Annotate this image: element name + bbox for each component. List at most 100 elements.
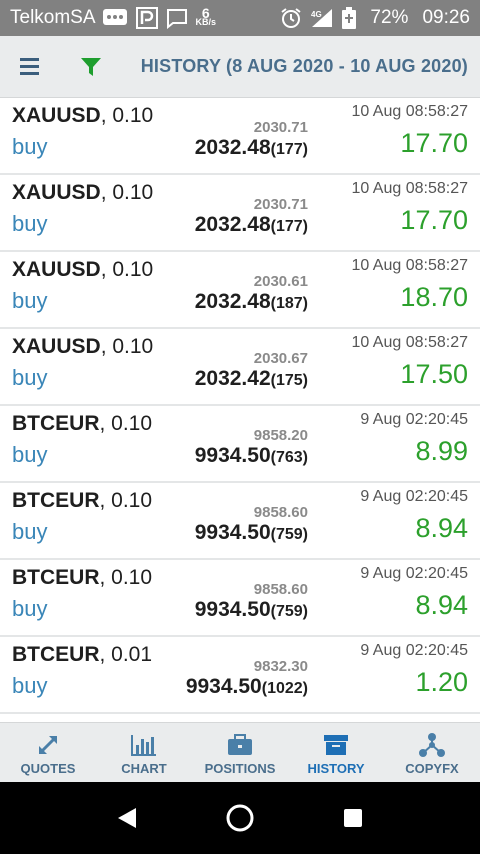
recents-icon[interactable] bbox=[333, 798, 373, 838]
battery-percent: 72% bbox=[370, 7, 409, 28]
close-price-line: 9934.50(1022) bbox=[186, 675, 308, 699]
chat-bubble-icon bbox=[102, 8, 128, 28]
open-price: 2030.61 bbox=[253, 273, 308, 290]
close-price-line: 2032.48(177) bbox=[195, 213, 308, 237]
close-price: 9934.50 bbox=[194, 521, 271, 544]
trade-time: 10 Aug 08:58:27 bbox=[351, 103, 468, 120]
tab-copyfx[interactable]: COPYFX bbox=[384, 723, 480, 782]
network-speed: 6 KB/s bbox=[195, 6, 217, 27]
close-price: 2032.48 bbox=[194, 136, 271, 159]
trade-row[interactable]: BTCEUR, 0.10 buy 9858.60 9934.50(759) 9 … bbox=[0, 483, 480, 560]
points: (759) bbox=[270, 603, 308, 620]
trade-profit: 18.70 bbox=[400, 282, 468, 312]
open-price: 9832.30 bbox=[253, 658, 308, 675]
archive-box-icon bbox=[323, 732, 349, 758]
tab-label: POSITIONS bbox=[204, 761, 276, 776]
points: (759) bbox=[270, 526, 308, 543]
close-price-line: 9934.50(759) bbox=[195, 521, 308, 545]
tab-label: HISTORY bbox=[307, 761, 365, 776]
points: (1022) bbox=[261, 680, 308, 697]
trade-profit: 8.94 bbox=[415, 513, 468, 543]
trade-profit: 8.94 bbox=[415, 590, 468, 620]
trade-time: 10 Aug 08:58:27 bbox=[351, 257, 468, 274]
system-nav-bar bbox=[0, 782, 480, 854]
trade-time: 10 Aug 08:58:27 bbox=[351, 180, 468, 197]
trade-profit: 17.50 bbox=[400, 359, 468, 389]
trade-time: 9 Aug 02:20:45 bbox=[360, 411, 468, 428]
net-speed-unit: KB/s bbox=[195, 17, 217, 27]
points: (175) bbox=[270, 372, 308, 389]
tab-positions[interactable]: POSITIONS bbox=[192, 723, 288, 782]
trade-symbol: XAUUSD, 0.10 bbox=[12, 258, 154, 281]
tab-quotes[interactable]: QUOTES bbox=[0, 723, 96, 782]
close-price: 9934.50 bbox=[185, 675, 262, 698]
trade-side: buy bbox=[12, 211, 48, 236]
trade-profit: 17.70 bbox=[400, 205, 468, 235]
tab-history[interactable]: HISTORY bbox=[288, 723, 384, 782]
trade-symbol: BTCEUR, 0.10 bbox=[12, 412, 153, 435]
open-price: 9858.60 bbox=[253, 581, 308, 598]
trade-side: buy bbox=[12, 442, 48, 467]
trade-profit: 1.20 bbox=[415, 667, 468, 697]
close-price-line: 2032.48(177) bbox=[195, 136, 308, 160]
menu-icon[interactable] bbox=[20, 55, 50, 79]
trade-row[interactable]: BTCEUR, 0.01 buy 9832.30 9934.50(1022) 9… bbox=[0, 637, 480, 714]
tab-chart[interactable]: CHART bbox=[96, 723, 192, 782]
carrier-name: TelkomSA bbox=[10, 7, 96, 28]
points: (763) bbox=[270, 449, 308, 466]
arrows-icon bbox=[36, 732, 60, 758]
trade-symbol: BTCEUR, 0.10 bbox=[12, 566, 153, 589]
trade-profit: 8.99 bbox=[415, 436, 468, 466]
trade-symbol: XAUUSD, 0.10 bbox=[12, 335, 154, 358]
svg-text:4G: 4G bbox=[311, 10, 322, 19]
close-price: 9934.50 bbox=[194, 444, 271, 467]
close-price: 2032.42 bbox=[194, 367, 271, 390]
trade-profit: 17.70 bbox=[400, 128, 468, 158]
open-price: 2030.71 bbox=[253, 119, 308, 136]
points: (177) bbox=[270, 141, 308, 158]
bottom-tab-bar: QUOTES CHART POSITIONS HISTORY COPYFX bbox=[0, 722, 480, 782]
trade-time: 9 Aug 02:20:45 bbox=[360, 642, 468, 659]
network-icon bbox=[418, 732, 446, 758]
close-price-line: 2032.42(175) bbox=[195, 367, 308, 391]
trade-row[interactable]: BTCEUR, 0.10 buy 9858.60 9934.50(759) 9 … bbox=[0, 560, 480, 637]
points: (187) bbox=[270, 295, 308, 312]
trade-symbol: BTCEUR, 0.01 bbox=[12, 643, 153, 666]
back-icon[interactable] bbox=[107, 798, 147, 838]
trade-row[interactable]: XAUUSD, 0.10 buy 2030.71 2032.48(177) 10… bbox=[0, 98, 480, 175]
close-price: 2032.48 bbox=[194, 290, 271, 313]
home-icon[interactable] bbox=[220, 798, 260, 838]
filter-icon[interactable] bbox=[80, 56, 102, 78]
alarm-clock-icon bbox=[280, 7, 302, 29]
briefcase-icon bbox=[226, 732, 254, 758]
close-price: 9934.50 bbox=[194, 598, 271, 621]
open-price: 2030.67 bbox=[253, 350, 308, 367]
trade-symbol: BTCEUR, 0.10 bbox=[12, 489, 153, 512]
open-price: 9858.20 bbox=[253, 427, 308, 444]
trade-side: buy bbox=[12, 288, 48, 313]
trade-side: buy bbox=[12, 596, 48, 621]
tab-label: COPYFX bbox=[405, 761, 459, 776]
message-icon bbox=[166, 7, 188, 29]
trade-row[interactable]: XAUUSD, 0.10 buy 2030.61 2032.48(187) 10… bbox=[0, 252, 480, 329]
close-price: 2032.48 bbox=[194, 213, 271, 236]
close-price-line: 9934.50(763) bbox=[195, 444, 308, 468]
trade-symbol: XAUUSD, 0.10 bbox=[12, 104, 154, 127]
trade-row[interactable]: XAUUSD, 0.10 buy 2030.67 2032.42(175) 10… bbox=[0, 329, 480, 406]
page-title: HISTORY (8 AUG 2020 - 10 AUG 2020) bbox=[140, 56, 468, 76]
battery-icon bbox=[342, 7, 357, 29]
close-price-line: 2032.48(187) bbox=[195, 290, 308, 314]
trade-side: buy bbox=[12, 365, 48, 390]
history-list: XAUUSD, 0.10 buy 2030.71 2032.48(177) 10… bbox=[0, 98, 480, 722]
status-bar: TelkomSA 6 KB/s 4G 72% 09:26 bbox=[0, 0, 480, 36]
trade-side: buy bbox=[12, 134, 48, 159]
app-notification-icon bbox=[135, 7, 158, 29]
trade-time: 9 Aug 02:20:45 bbox=[360, 565, 468, 582]
trade-time: 10 Aug 08:58:27 bbox=[351, 334, 468, 351]
clock: 09:26 bbox=[422, 7, 470, 28]
open-price: 2030.71 bbox=[253, 196, 308, 213]
trade-row[interactable]: XAUUSD, 0.10 buy 2030.71 2032.48(177) 10… bbox=[0, 175, 480, 252]
trade-row[interactable]: BTCEUR, 0.10 buy 9858.20 9934.50(763) 9 … bbox=[0, 406, 480, 483]
bar-chart-icon bbox=[130, 732, 158, 758]
trade-time: 9 Aug 02:20:45 bbox=[360, 488, 468, 505]
